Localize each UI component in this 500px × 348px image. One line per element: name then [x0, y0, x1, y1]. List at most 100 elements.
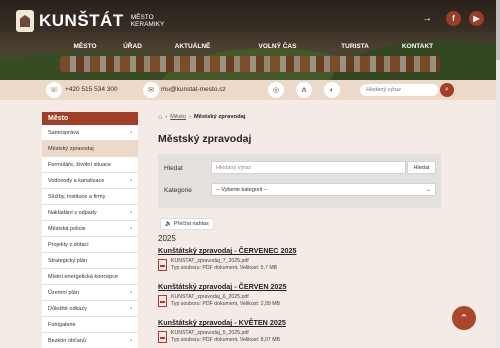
sidebar-item[interactable]: Formuláře, životní situace [42, 157, 138, 173]
breadcrumb-current: Městský zpravodaj [193, 114, 246, 120]
breadcrumb-link-mesto[interactable]: Město [170, 114, 186, 120]
sidebar-item-label: Důležité odkazy [48, 305, 87, 312]
sidebar-list: Samospráva › Městský zpravodaj Formuláře, ž… [42, 125, 138, 348]
top-icons: → f ▶ [422, 11, 484, 26]
site-logo[interactable]: KUNŠTÁT MĚSTO KERAMIKY [16, 10, 164, 32]
nav-item-mesto[interactable]: MĚSTO [60, 43, 110, 50]
chevron-right-icon: › [130, 305, 132, 312]
sidebar: Město Samospráva › Městský zpravodaj Formul… [42, 112, 138, 348]
login-arrow-icon[interactable]: → [422, 13, 432, 24]
main-nav: MĚSTO ÚŘAD AKTUÁLNĚ VOLNÝ ČAS TURISTA KO… [60, 43, 460, 50]
nav-item-kontakt[interactable]: KONTAKT [385, 43, 450, 50]
chevron-right-icon: › [130, 129, 132, 136]
category-select-value: -- Vyberte kategorii -- [216, 186, 268, 193]
sidebar-item-label: Strategický plán [48, 257, 88, 264]
sidebar-item-label: Formuláře, životní situace [48, 161, 111, 168]
sidebar-title: Město [42, 112, 138, 125]
year-heading: 2025 [158, 234, 176, 243]
breadcrumb-separator: › [188, 114, 191, 120]
document-item: Kunštátský zpravodaj - KVĚTEN 2025 KUNST… [158, 318, 442, 344]
category-select[interactable]: -- Vyberte kategorii -- ⌄ [211, 183, 436, 196]
nav-item-urad[interactable]: ÚŘAD [110, 43, 155, 50]
scrollbar[interactable] [496, 0, 500, 348]
document-filename[interactable]: KUNSTAT_zpravodaj_6_2025.pdf [171, 294, 280, 301]
document-filename[interactable]: KUNSTAT_zpravodaj_5_2025.pdf [171, 330, 280, 337]
search-label: Hledat [164, 165, 183, 172]
chevron-right-icon: › [130, 177, 132, 184]
nav-item-aktualne[interactable]: AKTUÁLNĚ [155, 43, 230, 50]
read-aloud-button[interactable]: 🔈 Přečíst nahlas [160, 218, 214, 230]
category-label: Kategorie [164, 187, 192, 194]
town-crest-icon [16, 10, 34, 32]
nav-item-volny-cas[interactable]: VOLNÝ ČAS [230, 43, 325, 50]
sidebar-item-label: Vodovody a kanalizace [48, 177, 105, 184]
document-filename[interactable]: KUNSTAT_zpravodaj_7_2025.pdf [171, 258, 277, 265]
email-address[interactable]: mu@kunstat-mesto.cz [161, 86, 226, 93]
sidebar-item[interactable]: Městský zpravodaj [42, 141, 138, 157]
document-title-link[interactable]: Kunštátský zpravodaj - ČERVENEC 2025 [158, 246, 442, 255]
rss-icon[interactable]: ◎ [268, 82, 284, 98]
scroll-to-top-button[interactable]: ⌃ [452, 306, 476, 330]
chevron-down-icon: ⌄ [426, 186, 431, 193]
email-icon[interactable]: ✉ [143, 82, 159, 98]
home-icon[interactable]: ⌂ [158, 114, 162, 121]
logo-subtitle: MĚSTO KERAMIKY [131, 14, 165, 28]
sidebar-item[interactable]: Důležité odkazy › [42, 301, 138, 317]
scrollbar-thumb[interactable] [496, 0, 500, 60]
speaker-icon: 🔈 [165, 221, 172, 227]
sidebar-item[interactable]: Bezkon občanů › [42, 333, 138, 348]
sidebar-item[interactable]: Městská policie › [42, 221, 138, 237]
sidebar-item-label: Městská policie [48, 225, 86, 232]
breadcrumb: ⌂ › Město › Městský zpravodaj [158, 112, 442, 122]
sidebar-item[interactable]: Fotogalerie [42, 317, 138, 333]
search-filter-panel: Hledat Hledaný výraz Hledat Kategorie --… [158, 154, 441, 208]
accessibility-icon[interactable]: ◐ [324, 82, 340, 98]
search-icon[interactable]: ⌕ [440, 83, 454, 97]
nav-item-turista[interactable]: TURISTA [325, 43, 385, 50]
sidebar-item[interactable]: Nakládání s odpady › [42, 205, 138, 221]
sidebar-item[interactable]: Místní energetická koncepce [42, 269, 138, 285]
sitemap-icon[interactable]: ⋔ [296, 82, 312, 98]
sidebar-item[interactable]: Samospráva › [42, 125, 138, 141]
phone-icon[interactable]: ☏ [46, 82, 62, 98]
chevron-right-icon: › [130, 225, 132, 232]
sidebar-item-label: Služby, instituce a firmy [48, 193, 106, 200]
logo-name: KUNŠTÁT [39, 11, 124, 30]
sidebar-item-label: Místní energetická koncepce [48, 273, 119, 280]
logo-sub-line: MĚSTO [130, 14, 154, 21]
sidebar-item[interactable]: Strategický plán [42, 253, 138, 269]
contact-bar: ☏ +420 515 534 300 ✉ mu@kunstat-mesto.cz… [0, 80, 500, 100]
sidebar-item[interactable]: Projekty z dotací [42, 237, 138, 253]
search-input[interactable] [360, 84, 438, 96]
document-meta: Typ souboru: PDF dokument, Velikost: 8,0… [171, 337, 280, 343]
chevron-right-icon: › [130, 337, 132, 344]
logo-sub-line: KERAMIKY [130, 21, 165, 28]
phone-number[interactable]: +420 515 534 300 [65, 86, 118, 93]
document-item: Kunštátský zpravodaj - ČERVEN 2025 KUNST… [158, 282, 442, 308]
sidebar-item-label: Nakládání s odpady [48, 209, 97, 216]
sidebar-item-label: Samospráva [48, 129, 79, 136]
sidebar-item-label: Bezkon občanů [48, 337, 86, 344]
sidebar-item-label: Územní plán [48, 289, 79, 296]
youtube-icon[interactable]: ▶ [469, 11, 484, 26]
document-meta: Typ souboru: PDF dokument, Velikost: 2,9… [171, 301, 280, 307]
main-content: ⌂ › Město › Městský zpravodaj Městský zp… [158, 112, 442, 343]
document-item: Kunštátský zpravodaj - ČERVENEC 2025 KUN… [158, 246, 442, 272]
pdf-file-icon [158, 331, 167, 343]
read-aloud-label: Přečíst nahlas [173, 221, 209, 227]
breadcrumb-separator: › [165, 114, 168, 120]
chevron-right-icon: › [130, 289, 132, 296]
pdf-file-icon [158, 259, 167, 271]
document-title-link[interactable]: Kunštátský zpravodaj - KVĚTEN 2025 [158, 318, 442, 327]
pdf-file-icon [158, 295, 167, 307]
sidebar-item[interactable]: Služby, instituce a firmy [42, 189, 138, 205]
document-meta: Typ souboru: PDF dokument, Velikost: 5,7… [171, 265, 278, 271]
sidebar-item[interactable]: Územní plán › [42, 285, 138, 301]
filter-search-input[interactable]: Hledaný výraz [211, 161, 406, 174]
sidebar-item-label: Městský zpravodaj [48, 145, 94, 152]
facebook-icon[interactable]: f [446, 11, 461, 26]
search-button[interactable]: Hledat [407, 161, 436, 174]
document-title-link[interactable]: Kunštátský zpravodaj - ČERVEN 2025 [158, 282, 442, 291]
sidebar-item[interactable]: Vodovody a kanalizace › [42, 173, 138, 189]
sidebar-item-label: Projekty z dotací [48, 241, 89, 248]
